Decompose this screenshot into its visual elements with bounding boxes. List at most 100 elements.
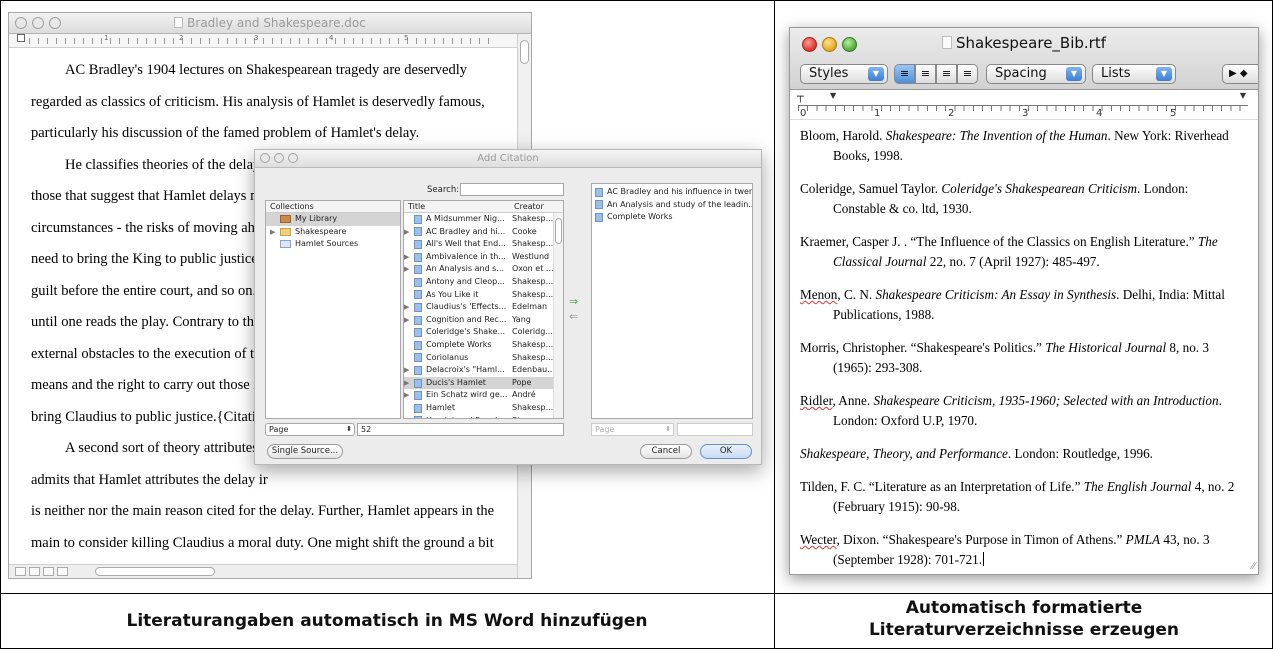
document-icon: [414, 416, 422, 418]
selected-citation[interactable]: An Analysis and study of the leadin...: [592, 199, 752, 212]
disclosure-triangle-icon[interactable]: ▶: [404, 415, 414, 419]
disclosure-triangle-icon[interactable]: ▶: [404, 389, 414, 402]
disclosure-triangle-icon[interactable]: ▶: [270, 226, 280, 239]
disclosure-triangle-icon[interactable]: ▶: [404, 377, 414, 390]
ruler-number: 5: [1170, 108, 1177, 119]
creator-column-header[interactable]: Creator: [514, 201, 544, 212]
item-row[interactable]: ▶ Hamlet and FreudStearns: [404, 415, 563, 419]
items-scroll-thumb[interactable]: [555, 218, 562, 244]
misspelled-word[interactable]: Menon: [800, 287, 837, 302]
tab-stop-icon[interactable]: [17, 34, 25, 42]
bibliography-entry: Ridler, Anne. Shakespeare Criticism, 193…: [800, 393, 1222, 428]
item-creator: Shakesp...: [512, 339, 554, 349]
selected-citation[interactable]: AC Bradley and his influence in twen...: [592, 186, 752, 199]
ruler-number: 0: [800, 108, 807, 119]
item-row[interactable]: ▶ Cognition and Rec... Yang: [404, 314, 563, 327]
book-icon: [414, 265, 422, 275]
item-row[interactable]: ▶ Claudius's 'Effects... Edelman: [404, 301, 563, 314]
bibliography-entry: Wecter, Dixon. “Shakespeare's Purpose in…: [800, 532, 1210, 567]
item-row[interactable]: Antony and Cleop... Shakesp...: [404, 276, 563, 289]
item-row[interactable]: ▶ AC Bradley and hi... Cooke: [404, 226, 563, 239]
disclosure-triangle-icon[interactable]: ▶: [404, 251, 414, 264]
add-arrow-icon[interactable]: ⇒: [569, 295, 578, 308]
misspelled-word[interactable]: Ridler: [800, 393, 832, 408]
item-row[interactable]: ▶ Ein Schatz wird ge... André: [404, 389, 563, 402]
remove-arrow-icon[interactable]: ⇐: [569, 310, 578, 323]
bibliography-entry: Menon, C. N. Shakespeare Criticism: An E…: [800, 287, 1225, 322]
search-input[interactable]: [460, 183, 564, 196]
disclosure-triangle-icon[interactable]: ▶: [404, 364, 414, 377]
item-creator: Pope: [512, 377, 532, 387]
lists-popup[interactable]: Lists ▼: [1092, 64, 1176, 84]
item-row[interactable]: ▶ Ambivalence in th... Westlund: [404, 251, 563, 264]
dialog-title: Add Citation: [477, 153, 539, 164]
indent-marker-icon[interactable]: ▼: [830, 91, 836, 100]
collections-pane: Collections My Library ▶ Shakespeare Haml…: [265, 200, 401, 419]
align-right-button[interactable]: ≡: [957, 64, 978, 84]
caption-right-line2: Literaturverzeichnisse erzeugen: [868, 620, 1180, 640]
item-row[interactable]: A Midsummer Nig... Shakesp...: [404, 213, 563, 226]
styles-popup[interactable]: Styles ▼: [800, 64, 888, 84]
folder-icon: [280, 227, 291, 236]
doc-line: main to consider killing Claudius a mora…: [31, 534, 495, 551]
view-notebook-icon[interactable]: [57, 567, 68, 576]
textedit-ruler[interactable]: ┬ ▼ ▼ 0 1 2 3 4 5: [790, 90, 1258, 120]
ok-button[interactable]: OK: [700, 444, 752, 459]
selected-citation[interactable]: Complete Works: [592, 211, 752, 224]
align-justify-button[interactable]: ≡: [936, 64, 957, 84]
word-window-title: Bradley and Shakespeare.doc: [187, 16, 366, 30]
disclosure-triangle-icon[interactable]: ▶: [404, 314, 414, 327]
item-row[interactable]: Coriolanus Shakesp...: [404, 352, 563, 365]
right-margin-marker-icon[interactable]: ▼: [1240, 91, 1246, 100]
disclosure-triangle-icon[interactable]: ▶: [404, 301, 414, 314]
bibliography-entry: Coleridge, Samuel Taylor. Coleridge's Sh…: [800, 181, 1189, 216]
item-row[interactable]: As You Like it Shakesp...: [404, 289, 563, 302]
view-normal-icon[interactable]: [15, 567, 26, 576]
book-icon: [414, 239, 422, 249]
book-icon: [414, 403, 422, 413]
document-icon: [414, 378, 422, 388]
disclosure-triangle-icon[interactable]: ▶: [404, 226, 414, 239]
horizontal-scrollbar[interactable]: [9, 564, 517, 578]
collection-item[interactable]: Hamlet Sources: [266, 238, 400, 251]
library-icon: [280, 215, 291, 224]
title-column-header[interactable]: Title: [408, 201, 514, 212]
doc-line: is neither nor the main reason cited for…: [31, 503, 495, 519]
item-title: Claudius's 'Effects...: [426, 302, 507, 312]
locator-select[interactable]: Page ⬍: [265, 423, 355, 436]
collections-header: Collections: [266, 201, 400, 213]
item-row[interactable]: Complete Works Shakesp...: [404, 339, 563, 352]
collection-item[interactable]: ▶ Shakespeare: [266, 226, 400, 239]
item-creator: Shakesp...: [512, 289, 554, 299]
doc-line: particularly his discussion of the famed…: [31, 125, 420, 141]
book-icon: [414, 353, 422, 363]
item-row[interactable]: Hamlet Shakesp...: [404, 402, 563, 415]
items-scrollbar[interactable]: [553, 213, 563, 418]
item-row[interactable]: Coleridge's Shake... Coleridg...: [404, 326, 563, 339]
item-row[interactable]: All's Well that End... Shakesp...: [404, 238, 563, 251]
item-row[interactable]: ▶ Ducis's Hamlet Pope: [404, 376, 563, 390]
items-pane: Title Creator A Midsummer Nig... Shakesp..…: [403, 200, 564, 419]
tab-marker-icon[interactable]: ┬: [797, 90, 804, 103]
disclosure-triangle-icon[interactable]: ▶: [404, 263, 414, 276]
item-row[interactable]: ▶ An Analysis and s... Oxon et ...: [404, 263, 563, 276]
bibliography-text[interactable]: Bloom, Harold. Shakespeare: The Inventio…: [800, 126, 1244, 574]
cancel-button[interactable]: Cancel: [640, 444, 692, 459]
item-creator: Shakesp...: [512, 352, 554, 362]
scroll-thumb[interactable]: [520, 40, 529, 64]
align-left-button[interactable]: ≡: [894, 64, 915, 84]
view-page-icon[interactable]: [43, 567, 54, 576]
view-outline-icon[interactable]: [29, 567, 40, 576]
spacing-popup[interactable]: Spacing ▼: [986, 64, 1086, 84]
item-row[interactable]: ▶ Delacroix's "Haml... Edenbau...: [404, 364, 563, 377]
item-title: Delacroix's "Haml...: [426, 365, 505, 375]
word-ruler[interactable]: 1 2 3 4 5: [9, 34, 531, 48]
hscroll-thumb[interactable]: [95, 567, 215, 576]
single-source-button[interactable]: Single Source...: [267, 444, 343, 459]
toolbar-overflow-button[interactable]: ▶ ◆: [1222, 64, 1258, 84]
misspelled-word[interactable]: Wecter: [800, 532, 836, 547]
collection-item[interactable]: My Library: [266, 213, 400, 226]
locator-input[interactable]: 52: [357, 423, 564, 436]
resize-grip-icon[interactable]: ⁄⁄: [1252, 561, 1255, 572]
align-center-button[interactable]: ≡: [915, 64, 936, 84]
